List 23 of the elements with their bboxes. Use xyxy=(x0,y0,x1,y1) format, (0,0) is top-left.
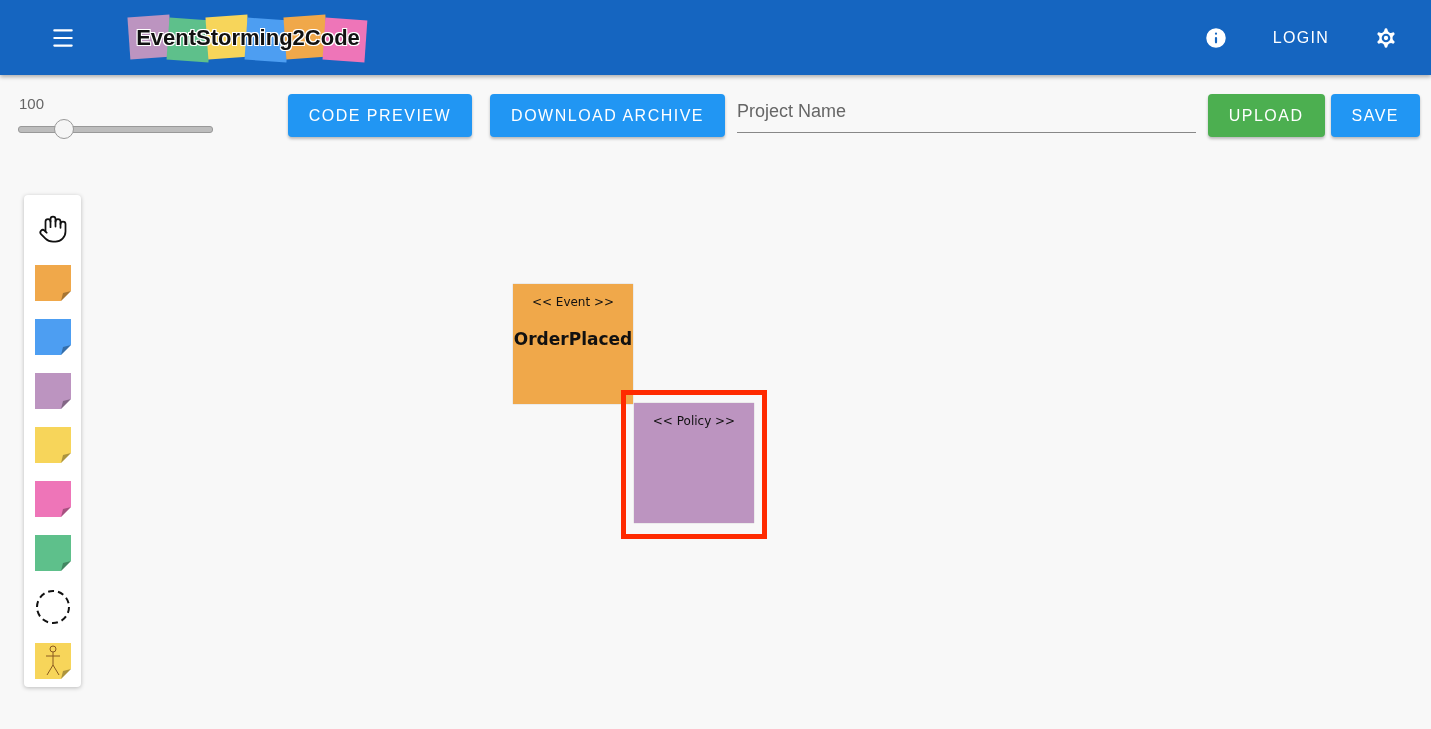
slider-thumb[interactable] xyxy=(53,119,74,139)
note-stereotype: << Policy >> xyxy=(652,414,736,428)
note-stereotype: << Event >> xyxy=(531,295,615,309)
sticky-note-icon[interactable] xyxy=(34,427,71,463)
sticky-note-icon[interactable] xyxy=(34,481,71,517)
sticky-note-icon[interactable] xyxy=(34,535,71,571)
login-button[interactable]: LOGIN xyxy=(1252,20,1349,55)
toolbar-button[interactable]: DOWNLOAD ARCHIVE xyxy=(490,94,726,137)
sticky-note[interactable]: << Policy >> xyxy=(634,403,754,523)
sticky-note-icon[interactable] xyxy=(34,265,71,301)
zoom-slider[interactable] xyxy=(18,118,213,140)
project-name-field[interactable]: Project Name xyxy=(737,95,1196,133)
upload-button[interactable]: UPLOAD xyxy=(1207,94,1325,137)
zoom-value: 100 xyxy=(19,95,46,112)
sticky-note-icon[interactable] xyxy=(34,373,71,409)
sticky-note[interactable]: << Event >> OrderPlaced xyxy=(513,284,633,404)
save-button[interactable]: SAVE xyxy=(1330,94,1420,137)
dashed-circle-icon[interactable] xyxy=(34,589,71,625)
note-title: OrderPlaced xyxy=(513,329,633,349)
sticky-note-icon[interactable] xyxy=(34,319,71,355)
hand-icon[interactable] xyxy=(37,214,68,244)
actor-note-icon[interactable] xyxy=(34,643,71,679)
toolbar-button[interactable]: CODE PREVIEW xyxy=(287,94,473,137)
